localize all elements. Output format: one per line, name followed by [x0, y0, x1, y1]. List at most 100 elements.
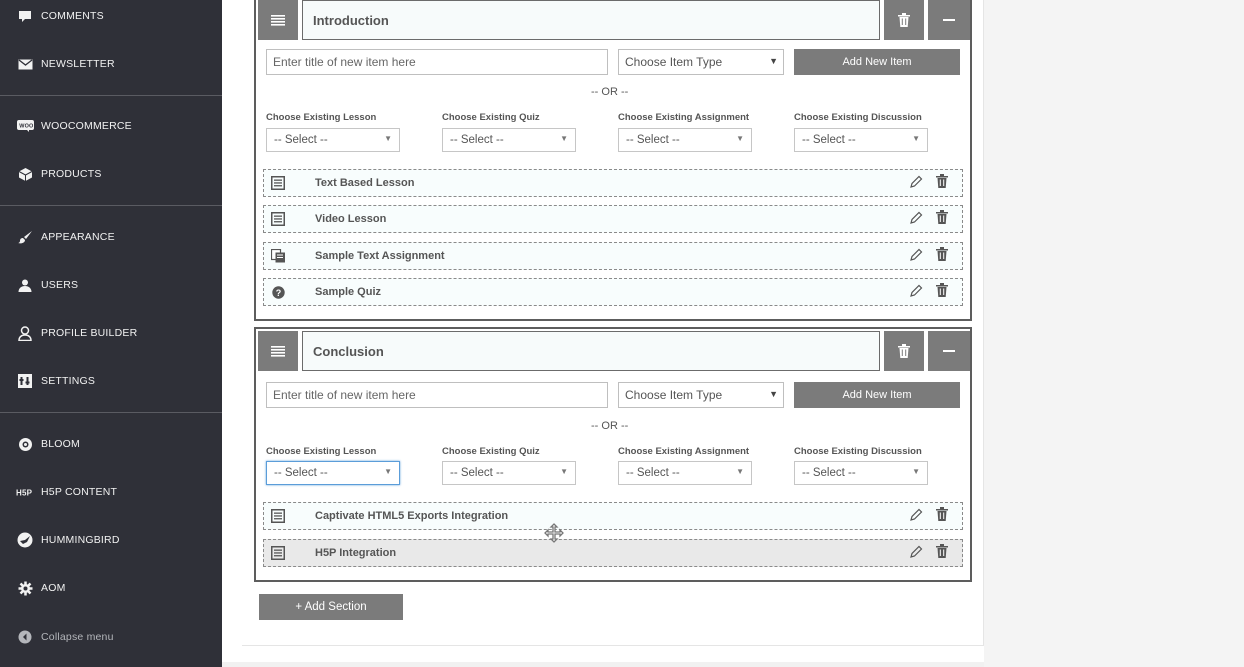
sidebar-item-label: Bloom: [41, 438, 80, 450]
sidebar-item-newsletter[interactable]: Newsletter: [0, 40, 222, 88]
sidebar-item-h5p-content[interactable]: H5P H5P Content: [0, 468, 222, 516]
edit-icon[interactable]: [909, 284, 925, 300]
list-item[interactable]: Sample Text Assignment: [263, 242, 963, 270]
list-item[interactable]: H5P Integration: [263, 539, 963, 567]
choose-lesson-label: Choose Existing Lesson: [266, 446, 377, 457]
paintbrush-icon: [16, 228, 34, 246]
admin-sidebar: Comments Newsletter woo WooCommerce Prod…: [0, 0, 222, 667]
item-label: Sample Quiz: [315, 286, 382, 298]
add-section-button[interactable]: + Add Section: [259, 594, 403, 620]
delete-section-button[interactable]: [884, 331, 924, 371]
choose-assignment-label: Choose Existing Assignment: [618, 446, 750, 457]
lesson-icon: [270, 545, 286, 561]
item-type-value: Choose Item Type: [625, 55, 723, 69]
sidebar-item-label: Products: [41, 168, 102, 180]
add-new-item-button[interactable]: Add New Item: [794, 382, 960, 408]
edit-icon[interactable]: [909, 508, 925, 524]
sidebar-item-hummingbird[interactable]: Hummingbird: [0, 516, 222, 564]
caret-down-icon: ▼: [384, 467, 392, 476]
lesson-icon: [270, 211, 286, 227]
caret-down-icon: ▼: [384, 134, 392, 143]
trash-icon[interactable]: [936, 283, 952, 301]
sidebar-item-profile-builder[interactable]: Profile Builder: [0, 309, 222, 357]
sidebar-item-settings[interactable]: Settings: [0, 357, 222, 405]
section-drag-handle[interactable]: [258, 331, 298, 371]
lesson-select[interactable]: -- Select -- ▼: [266, 461, 400, 485]
trash-icon[interactable]: [936, 507, 952, 525]
svg-text:woo: woo: [19, 123, 34, 129]
caret-down-icon: ▼: [769, 56, 778, 66]
add-new-item-button[interactable]: Add New Item: [794, 49, 960, 75]
new-item-title-input[interactable]: Enter title of new item here: [266, 382, 608, 408]
trash-icon[interactable]: [936, 544, 952, 562]
sidebar-item-appearance[interactable]: Appearance: [0, 213, 222, 261]
bloom-icon: [16, 435, 34, 453]
edit-icon[interactable]: [909, 545, 925, 561]
discussion-select[interactable]: -- Select -- ▼: [794, 461, 928, 485]
sidebar-item-woocommerce[interactable]: woo WooCommerce: [0, 102, 222, 150]
list-item[interactable]: Captivate HTML5 Exports Integration: [263, 502, 963, 530]
move-cursor-icon: [544, 523, 564, 543]
list-item[interactable]: Text Based Lesson: [263, 169, 963, 197]
sidebar-item-users[interactable]: Users: [0, 261, 222, 309]
select-value: -- Select --: [274, 134, 328, 146]
select-value: -- Select --: [450, 467, 504, 479]
select-value: -- Select --: [626, 467, 680, 479]
sidebar-item-bloom[interactable]: Bloom: [0, 420, 222, 468]
sidebar-item-aom[interactable]: AOM: [0, 564, 222, 612]
sidebar-item-label: Newsletter: [41, 58, 115, 70]
caret-down-icon: ▼: [912, 467, 920, 476]
choose-quiz-label: Choose Existing Quiz: [442, 446, 540, 457]
new-item-title-input[interactable]: Enter title of new item here: [266, 49, 608, 75]
svg-text:?: ?: [275, 288, 281, 298]
lesson-select[interactable]: -- Select -- ▼: [266, 128, 400, 152]
sidebar-item-label: Appearance: [41, 231, 115, 243]
caret-down-icon: ▼: [769, 389, 778, 399]
item-label: Sample Text Assignment: [315, 250, 445, 262]
quiz-select[interactable]: -- Select -- ▼: [442, 461, 576, 485]
trash-icon[interactable]: [936, 210, 952, 228]
list-item[interactable]: Video Lesson: [263, 205, 963, 233]
section-title[interactable]: Introduction: [302, 0, 880, 40]
assignment-select[interactable]: -- Select -- ▼: [618, 461, 752, 485]
quiz-select[interactable]: -- Select -- ▼: [442, 128, 576, 152]
comment-icon: [16, 7, 34, 25]
collapse-section-button[interactable]: [928, 331, 970, 371]
caret-down-icon: ▼: [560, 134, 568, 143]
trash-icon: [898, 344, 910, 358]
envelope-icon: [16, 55, 34, 73]
item-type-select[interactable]: Choose Item Type ▼: [618, 382, 784, 408]
section-title[interactable]: Conclusion: [302, 331, 880, 371]
sidebar-item-label: H5P Content: [41, 486, 118, 498]
trash-icon[interactable]: [936, 174, 952, 192]
profile-icon: [16, 324, 34, 342]
assignment-select[interactable]: -- Select -- ▼: [618, 128, 752, 152]
gear-icon: [16, 579, 34, 597]
discussion-select[interactable]: -- Select -- ▼: [794, 128, 928, 152]
sidebar-item-comments[interactable]: Comments: [0, 0, 222, 40]
minus-icon: [943, 19, 955, 21]
edit-icon[interactable]: [909, 175, 925, 191]
minus-icon: [943, 350, 955, 352]
delete-section-button[interactable]: [884, 0, 924, 40]
trash-icon[interactable]: [936, 247, 952, 265]
lesson-icon: [270, 508, 286, 524]
cube-icon: [16, 165, 34, 183]
caret-down-icon: ▼: [736, 134, 744, 143]
list-item[interactable]: ? Sample Quiz: [263, 278, 963, 306]
item-label: Captivate HTML5 Exports Integration: [315, 510, 509, 522]
edit-icon[interactable]: [909, 248, 925, 264]
collapse-section-button[interactable]: [928, 0, 970, 40]
item-label: H5P Integration: [315, 547, 397, 559]
menu-icon: [271, 345, 285, 357]
choose-lesson-label: Choose Existing Lesson: [266, 112, 377, 123]
sidebar-item-label: Settings: [41, 375, 96, 387]
item-type-select[interactable]: Choose Item Type ▼: [618, 49, 784, 75]
edit-icon[interactable]: [909, 211, 925, 227]
collapse-menu-button[interactable]: Collapse menu: [0, 613, 222, 661]
or-divider: -- OR --: [591, 420, 629, 432]
choose-discussion-label: Choose Existing Discussion: [794, 446, 922, 457]
section-drag-handle[interactable]: [258, 0, 298, 40]
svg-text:H5P: H5P: [16, 489, 33, 498]
sidebar-item-products[interactable]: Products: [0, 150, 222, 198]
